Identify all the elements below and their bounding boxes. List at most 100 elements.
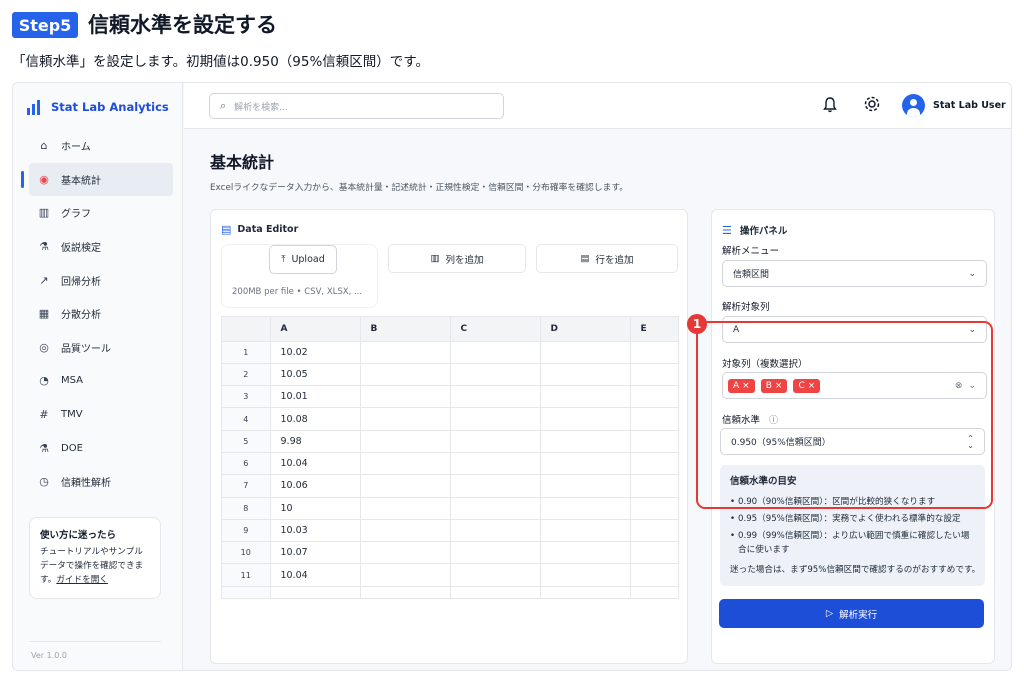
table-row: 10 10.07 <box>222 541 678 565</box>
cell[interactable]: 10.02 <box>270 341 361 364</box>
upload-area[interactable]: ⤒ Upload 200MB per file • CSV, XLSX, ... <box>221 244 378 308</box>
cell[interactable] <box>630 497 678 520</box>
cell[interactable] <box>450 474 541 498</box>
avatar[interactable] <box>902 94 925 117</box>
column-header[interactable]: C <box>450 317 541 342</box>
cell[interactable] <box>450 497 541 520</box>
sidebar-item-tmv[interactable]: # TMV <box>13 398 183 432</box>
cell[interactable] <box>360 430 451 453</box>
cell[interactable]: 10 <box>270 497 361 520</box>
cell[interactable]: 10.01 <box>270 385 361 409</box>
add-row-button[interactable]: ▤ 行を追加 <box>536 244 678 273</box>
brand[interactable]: Stat Lab Analytics <box>27 99 169 115</box>
cell[interactable] <box>540 407 631 431</box>
gear-icon[interactable] <box>863 95 881 117</box>
cell[interactable] <box>360 452 451 476</box>
cell[interactable] <box>630 519 678 543</box>
sidebar-item-quality[interactable]: ◎ 品質ツール <box>13 331 183 365</box>
user-name[interactable]: Stat Lab User <box>933 100 1006 111</box>
add-column-button[interactable]: ▥ 列を追加 <box>388 244 526 273</box>
guide-link[interactable]: ガイドを開く <box>56 575 108 585</box>
cell[interactable] <box>360 341 451 364</box>
upload-button[interactable]: ⤒ Upload <box>269 245 337 274</box>
cell[interactable] <box>630 586 678 598</box>
cell[interactable] <box>360 497 451 520</box>
cell[interactable] <box>450 430 541 453</box>
sidebar-item-regression[interactable]: ↗ 回帰分析 <box>13 263 183 297</box>
cell[interactable] <box>540 341 631 364</box>
search-input[interactable]: ⌕ 解析を検索... <box>209 93 504 119</box>
cell[interactable]: 10.03 <box>270 519 361 543</box>
cell[interactable] <box>360 541 451 565</box>
cell[interactable] <box>360 385 451 409</box>
cell[interactable] <box>540 497 631 520</box>
cell[interactable] <box>360 363 451 387</box>
column-header[interactable]: A <box>270 317 361 342</box>
cell[interactable] <box>450 452 541 476</box>
cell[interactable]: 10.08 <box>270 407 361 431</box>
sidebar-item-msa[interactable]: ◔ MSA <box>13 364 183 398</box>
cell[interactable]: 10.07 <box>270 541 361 565</box>
cell[interactable] <box>450 341 541 364</box>
cell[interactable] <box>270 586 361 598</box>
cell[interactable] <box>450 363 541 387</box>
cell[interactable] <box>540 363 631 387</box>
cell[interactable] <box>540 541 631 565</box>
cell[interactable]: 9.98 <box>270 430 361 453</box>
cell[interactable] <box>630 341 678 364</box>
cell[interactable] <box>360 407 451 431</box>
sidebar-item-anova[interactable]: ▦ 分散分析 <box>13 297 183 331</box>
cell[interactable] <box>630 407 678 431</box>
cell[interactable] <box>540 474 631 498</box>
version-label: Ver 1.0.0 <box>31 651 67 660</box>
sidebar-item-basic-stats[interactable]: ◉ 基本統計 <box>21 162 173 197</box>
cell[interactable] <box>360 586 451 598</box>
cell[interactable] <box>450 407 541 431</box>
spreadsheet-grid[interactable]: A B C D E 1 10.02 2 10.05 3 10.01 4 10.08 5 9.98 6… <box>221 316 679 599</box>
cell[interactable]: 10.04 <box>270 452 361 476</box>
cell[interactable] <box>540 452 631 476</box>
cell[interactable] <box>360 519 451 543</box>
cell[interactable]: 10.04 <box>270 563 361 587</box>
sidebar-item-hypothesis[interactable]: ⚗ 仮説検定 <box>13 230 183 264</box>
cell[interactable] <box>360 563 451 587</box>
cell[interactable]: 10.05 <box>270 363 361 387</box>
row-number: 8 <box>222 497 271 520</box>
analysis-menu-select[interactable]: 信頼区間 ⌄ <box>722 260 987 287</box>
cell[interactable] <box>360 474 451 498</box>
cell[interactable] <box>540 563 631 587</box>
cell[interactable] <box>450 563 541 587</box>
guide-note: 迷った場合は、まず95%信頼区間で確認するのがおすすめです。 <box>730 565 981 575</box>
cell[interactable] <box>450 519 541 543</box>
sidebar-item-label: 基本統計 <box>61 175 101 187</box>
sidebar-item-graph[interactable]: ▥ グラフ <box>13 196 183 230</box>
cell[interactable] <box>630 385 678 409</box>
sidebar-item-home[interactable]: ⌂ ホーム <box>13 129 183 163</box>
table-row <box>222 586 678 598</box>
cell[interactable] <box>450 541 541 565</box>
bell-icon[interactable] <box>823 97 837 117</box>
cell[interactable] <box>540 586 631 598</box>
column-header[interactable]: B <box>360 317 451 342</box>
cell[interactable] <box>540 430 631 453</box>
cell[interactable] <box>630 563 678 587</box>
cell[interactable]: 10.06 <box>270 474 361 498</box>
cell[interactable] <box>540 519 631 543</box>
spreadsheet-table[interactable]: A B C D E 1 10.02 2 10.05 3 10.01 4 10.08 5 9.98 6… <box>222 317 678 598</box>
column-header[interactable]: E <box>630 317 678 342</box>
sidebar-item-doe[interactable]: ⚗ DOE <box>13 431 183 465</box>
column-header[interactable]: D <box>540 317 631 342</box>
cell[interactable] <box>630 474 678 498</box>
cell[interactable] <box>630 430 678 453</box>
sidebar-divider <box>29 641 161 642</box>
cell[interactable] <box>630 452 678 476</box>
cell[interactable] <box>540 385 631 409</box>
help-text: チュートリアルやサンプルデータで操作を確認できます。ガイドを開く <box>40 547 144 585</box>
sidebar-item-reliability[interactable]: ◷ 信頼性解析 <box>13 465 183 499</box>
cell[interactable] <box>630 363 678 387</box>
cell[interactable] <box>630 541 678 565</box>
run-analysis-button[interactable]: ▷ 解析実行 <box>719 599 984 628</box>
cell[interactable] <box>450 385 541 409</box>
row-number: 3 <box>222 385 271 409</box>
cell[interactable] <box>450 586 541 598</box>
